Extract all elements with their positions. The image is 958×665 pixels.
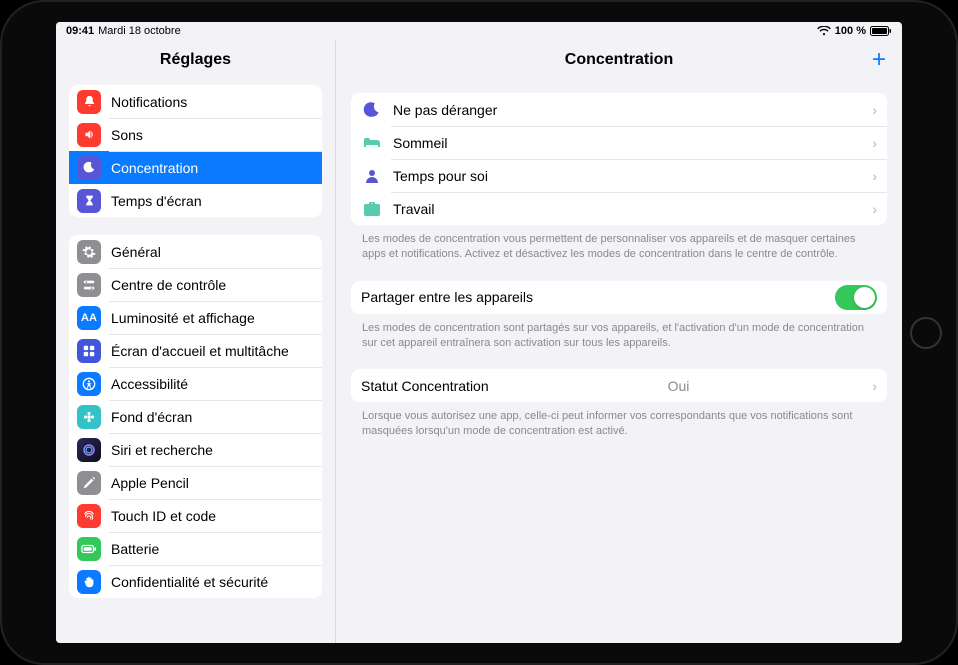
share-toggle[interactable] (835, 285, 877, 310)
status-value: Oui (668, 378, 690, 394)
focus-mode-ne-pas-deranger[interactable]: Ne pas déranger › (351, 93, 887, 126)
sidebar-item-label: Fond d'écran (111, 409, 192, 425)
sidebar-item-touch-id[interactable]: Touch ID et code (69, 499, 322, 532)
focus-mode-label: Ne pas déranger (393, 102, 497, 118)
status-group: Statut Concentration Oui › (350, 368, 888, 403)
switches-icon (77, 273, 101, 297)
sidebar-item-label: Confidentialité et sécurité (111, 574, 268, 590)
share-footer-text: Les modes de concentration sont partagés… (350, 315, 888, 351)
sidebar-item-accessibilite[interactable]: Accessibilité (69, 367, 322, 400)
sidebar-item-label: Luminosité et affichage (111, 310, 255, 326)
chevron-right-icon: › (872, 102, 877, 118)
wifi-icon (817, 26, 831, 36)
status-date: Mardi 18 octobre (98, 25, 181, 37)
sidebar-item-label: Touch ID et code (111, 508, 216, 524)
status-footer-text: Lorsque vous autorisez une app, celle-ci… (350, 403, 888, 439)
focus-status-row[interactable]: Statut Concentration Oui › (351, 369, 887, 402)
sidebar-item-temps-ecran[interactable]: Temps d'écran (69, 184, 322, 217)
sidebar-item-label: Centre de contrôle (111, 277, 226, 293)
sidebar-group-2: Général Centre de contrôle AA (68, 234, 323, 599)
sidebar-item-fond-ecran[interactable]: Fond d'écran (69, 400, 322, 433)
gear-icon (77, 240, 101, 264)
chevron-right-icon: › (872, 378, 877, 394)
focus-mode-label: Sommeil (393, 135, 447, 151)
sidebar-title: Réglages (56, 40, 335, 80)
briefcase-icon (361, 198, 383, 220)
hand-icon (77, 570, 101, 594)
sidebar-item-label: Sons (111, 127, 143, 143)
sidebar-item-label: Notifications (111, 94, 187, 110)
sidebar: Réglages Notifications (56, 40, 336, 643)
status-battery-text: 100 % (835, 25, 866, 37)
sidebar-item-label: Apple Pencil (111, 475, 189, 491)
sidebar-item-confidentialite[interactable]: Confidentialité et sécurité (69, 565, 322, 598)
battery-icon (870, 26, 892, 36)
moon-icon (361, 99, 383, 121)
share-across-devices-row[interactable]: Partager entre les appareils (351, 281, 887, 314)
focus-mode-label: Travail (393, 201, 435, 217)
sidebar-item-label: Accessibilité (111, 376, 188, 392)
sidebar-item-centre-controle[interactable]: Centre de contrôle (69, 268, 322, 301)
sidebar-item-label: Général (111, 244, 161, 260)
person-icon (77, 372, 101, 396)
sidebar-item-label: Siri et recherche (111, 442, 213, 458)
sidebar-scroll[interactable]: Notifications Sons Concent (56, 80, 335, 611)
pencil-icon (77, 471, 101, 495)
sidebar-item-siri[interactable]: Siri et recherche (69, 433, 322, 466)
flower-icon (77, 405, 101, 429)
person-icon (361, 165, 383, 187)
moon-icon (77, 156, 101, 180)
detail-scroll[interactable]: Ne pas déranger › Sommeil › (336, 80, 902, 459)
chevron-right-icon: › (872, 168, 877, 184)
sidebar-item-general[interactable]: Général (69, 235, 322, 268)
fingerprint-icon (77, 504, 101, 528)
hourglass-icon (77, 189, 101, 213)
sidebar-item-ecran-accueil[interactable]: Écran d'accueil et multitâche (69, 334, 322, 367)
sidebar-item-luminosite[interactable]: AA Luminosité et affichage (69, 301, 322, 334)
battery-icon (77, 537, 101, 561)
bed-icon (361, 132, 383, 154)
grid-icon (77, 339, 101, 363)
chevron-right-icon: › (872, 135, 877, 151)
sidebar-item-label: Batterie (111, 541, 159, 557)
share-group: Partager entre les appareils (350, 280, 888, 315)
sidebar-item-label: Concentration (111, 160, 198, 176)
sidebar-item-label: Temps d'écran (111, 193, 202, 209)
sidebar-item-notifications[interactable]: Notifications (69, 85, 322, 118)
sidebar-item-batterie[interactable]: Batterie (69, 532, 322, 565)
aa-icon: AA (77, 306, 101, 330)
detail-header: Concentration + (336, 40, 902, 80)
chevron-right-icon: › (872, 201, 877, 217)
detail-pane: Concentration + Ne pas déranger › (336, 40, 902, 643)
focus-mode-label: Temps pour soi (393, 168, 488, 184)
modes-footer-text: Les modes de concentration vous permette… (350, 226, 888, 262)
focus-mode-sommeil[interactable]: Sommeil › (351, 126, 887, 159)
sidebar-group-1: Notifications Sons Concent (68, 84, 323, 218)
add-focus-button[interactable]: + (872, 48, 886, 72)
home-button[interactable] (910, 317, 942, 349)
status-label: Statut Concentration (361, 378, 489, 394)
sidebar-item-concentration[interactable]: Concentration (69, 151, 322, 184)
focus-mode-travail[interactable]: Travail › (351, 192, 887, 225)
sidebar-item-sons[interactable]: Sons (69, 118, 322, 151)
siri-icon (77, 438, 101, 462)
screen: 09:41 Mardi 18 octobre 100 % Réglages (56, 22, 902, 643)
ipad-frame: 09:41 Mardi 18 octobre 100 % Réglages (0, 0, 958, 665)
detail-title: Concentration (565, 51, 673, 69)
focus-mode-temps-soi[interactable]: Temps pour soi › (351, 159, 887, 192)
share-label: Partager entre les appareils (361, 289, 533, 305)
status-bar: 09:41 Mardi 18 octobre 100 % (56, 22, 902, 40)
status-time: 09:41 (66, 25, 94, 37)
sidebar-item-apple-pencil[interactable]: Apple Pencil (69, 466, 322, 499)
sidebar-item-label: Écran d'accueil et multitâche (111, 343, 289, 359)
bell-icon (77, 90, 101, 114)
focus-modes-group: Ne pas déranger › Sommeil › (350, 92, 888, 226)
speaker-icon (77, 123, 101, 147)
